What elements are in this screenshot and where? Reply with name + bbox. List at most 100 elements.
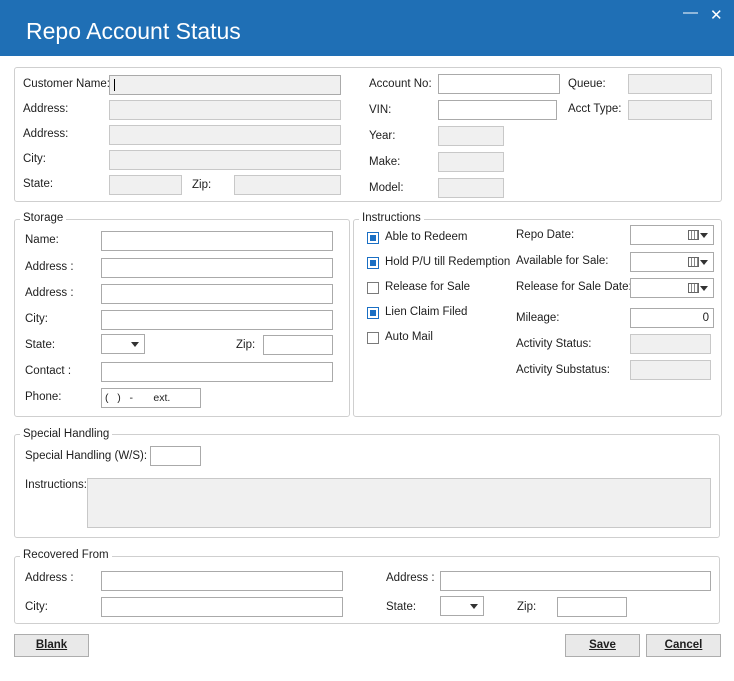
special-handling-ws-label: Special Handling (W/S):: [25, 450, 148, 462]
storage-city-label: City:: [25, 313, 48, 325]
storage-name-label: Name:: [25, 234, 59, 246]
repo-date-picker[interactable]: [630, 225, 714, 245]
address2-field[interactable]: [109, 125, 341, 145]
blank-button-label: Blank: [35, 639, 68, 651]
auto-mail-label: Auto Mail: [385, 331, 433, 343]
account-no-field[interactable]: [438, 74, 560, 94]
recovered-city-field[interactable]: [101, 597, 343, 617]
able-to-redeem-checkbox[interactable]: [367, 232, 379, 244]
activity-status-label: Activity Status:: [516, 338, 592, 350]
address1-label: Address:: [23, 103, 69, 115]
special-handling-ws-field[interactable]: [150, 446, 201, 466]
release-for-sale-checkbox[interactable]: [367, 282, 379, 294]
mileage-label: Mileage:: [516, 312, 560, 324]
state-label: State:: [23, 178, 54, 190]
zip-label: Zip:: [192, 179, 212, 191]
available-for-sale-picker[interactable]: [630, 252, 714, 272]
recovered-address1-label: Address :: [25, 572, 74, 584]
account-no-label: Account No:: [369, 78, 432, 90]
instructions-group-label: Instructions: [359, 212, 424, 224]
model-field[interactable]: [438, 178, 504, 198]
window-title: Repo Account Status: [26, 18, 241, 44]
hold-pu-label: Hold P/U till Redemption: [385, 256, 511, 268]
activity-status-field[interactable]: [630, 334, 711, 354]
auto-mail-checkbox[interactable]: [367, 332, 379, 344]
storage-address2-field[interactable]: [101, 284, 333, 304]
special-handling-group-label: Special Handling: [20, 428, 113, 440]
recovered-state-dropdown[interactable]: [440, 596, 484, 616]
storage-zip-field[interactable]: [263, 335, 333, 355]
chevron-down-icon: [700, 286, 708, 291]
recovered-address2-label: Address :: [386, 572, 435, 584]
chevron-down-icon: [700, 260, 708, 265]
storage-name-field[interactable]: [101, 231, 333, 251]
address2-label: Address:: [23, 128, 69, 140]
vin-field[interactable]: [438, 100, 557, 120]
queue-label: Queue:: [568, 78, 606, 90]
storage-phone-field[interactable]: ( ) - ext.: [101, 388, 201, 408]
customer-name-field[interactable]: [109, 75, 341, 95]
storage-contact-field[interactable]: [101, 362, 333, 382]
available-for-sale-label: Available for Sale:: [516, 255, 609, 267]
recovered-zip-field[interactable]: [557, 597, 627, 617]
acct-type-label: Acct Type:: [568, 103, 622, 115]
special-instructions-field[interactable]: [87, 478, 711, 528]
release-for-sale-date-label: Release for Sale Date:: [516, 281, 632, 293]
activity-substatus-field[interactable]: [630, 360, 711, 380]
chevron-down-icon: [131, 342, 139, 347]
chevron-down-icon: [700, 233, 708, 238]
repo-date-label: Repo Date:: [516, 229, 575, 241]
customer-name-label: Customer Name:: [23, 78, 110, 90]
state-field[interactable]: [109, 175, 182, 195]
vin-label: VIN:: [369, 104, 392, 116]
save-button-label: Save: [589, 639, 616, 651]
recovered-city-label: City:: [25, 601, 48, 613]
blank-button[interactable]: Blank: [14, 634, 89, 657]
queue-field[interactable]: [628, 74, 712, 94]
cancel-button[interactable]: Cancel: [646, 634, 721, 657]
mileage-field[interactable]: 0: [630, 308, 714, 328]
model-label: Model:: [369, 182, 404, 194]
calendar-icon: [688, 283, 699, 293]
text-caret: [114, 79, 115, 91]
save-button[interactable]: Save: [565, 634, 640, 657]
storage-phone-label: Phone:: [25, 391, 62, 403]
city-label: City:: [23, 153, 46, 165]
year-label: Year:: [369, 130, 396, 142]
zip-field[interactable]: [234, 175, 341, 195]
recovered-state-label: State:: [386, 601, 417, 613]
minimize-icon[interactable]: —: [683, 4, 698, 21]
storage-contact-label: Contact :: [25, 365, 72, 377]
recovered-from-group-label: Recovered From: [20, 549, 112, 561]
special-instructions-label: Instructions:: [25, 479, 87, 491]
address1-field[interactable]: [109, 100, 341, 120]
acct-type-field[interactable]: [628, 100, 712, 120]
make-label: Make:: [369, 156, 401, 168]
storage-zip-label: Zip:: [236, 339, 256, 351]
calendar-icon: [688, 257, 699, 267]
recovered-address2-field[interactable]: [440, 571, 711, 591]
able-to-redeem-label: Able to Redeem: [385, 231, 468, 243]
storage-address2-label: Address :: [25, 287, 74, 299]
make-field[interactable]: [438, 152, 504, 172]
storage-address1-label: Address :: [25, 261, 74, 273]
storage-city-field[interactable]: [101, 310, 333, 330]
storage-state-dropdown[interactable]: [101, 334, 145, 354]
storage-state-label: State:: [25, 339, 56, 351]
activity-substatus-label: Activity Substatus:: [516, 364, 610, 376]
close-icon[interactable]: ✕: [710, 6, 723, 24]
cancel-button-label: Cancel: [664, 639, 703, 651]
lien-claim-filed-label: Lien Claim Filed: [385, 306, 468, 318]
storage-group-label: Storage: [20, 212, 67, 224]
hold-pu-checkbox[interactable]: [367, 257, 379, 269]
calendar-icon: [688, 230, 699, 240]
year-field[interactable]: [438, 126, 504, 146]
recovered-zip-label: Zip:: [517, 601, 537, 613]
storage-address1-field[interactable]: [101, 258, 333, 278]
chevron-down-icon: [470, 604, 478, 609]
city-field[interactable]: [109, 150, 341, 170]
release-for-sale-label: Release for Sale: [385, 281, 471, 293]
lien-claim-filed-checkbox[interactable]: [367, 307, 379, 319]
release-for-sale-date-picker[interactable]: [630, 278, 714, 298]
recovered-address1-field[interactable]: [101, 571, 343, 591]
